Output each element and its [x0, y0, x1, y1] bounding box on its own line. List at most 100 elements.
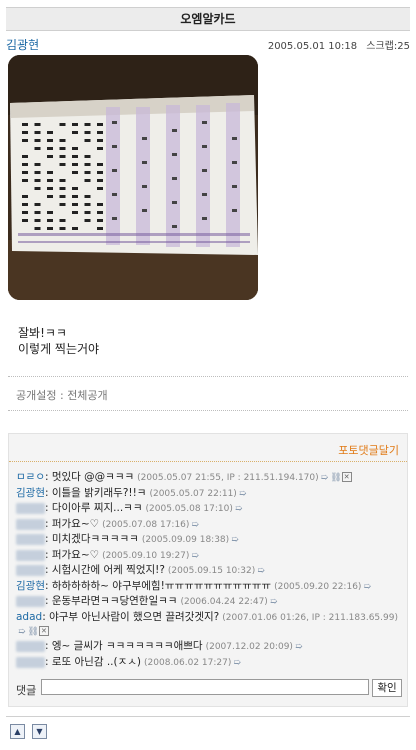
omr-mark	[72, 195, 78, 198]
delete-icon[interactable]: ✕	[38, 625, 49, 636]
comment-input[interactable]	[41, 679, 369, 695]
reply-arrow-icon[interactable]: ➯	[295, 642, 303, 652]
comment-author[interactable]: 김광현	[16, 580, 45, 592]
comment-author[interactable]: 김정현	[16, 503, 45, 514]
comment-input-label: 댓글	[16, 684, 37, 697]
comment-text: : 하하하하하~ 야구부에힘!ㅠㅠㅠㅠㅠㅠㅠㅠㅠㅠㅠ	[44, 579, 272, 592]
omr-mark	[22, 123, 28, 126]
comment-row: 김정현: 미치겠다ㅋㅋㅋㅋㅋ(2005.09.09 18:38)➯	[16, 533, 404, 547]
scrap-count: 25	[397, 41, 410, 52]
omr-mark	[72, 171, 78, 174]
omr-mark	[47, 179, 53, 182]
omr-mark	[72, 227, 78, 230]
omr-mark	[172, 225, 177, 228]
reply-arrow-icon[interactable]: ➯	[235, 504, 243, 514]
comment-author[interactable]: adad	[16, 611, 42, 623]
comment-time: (2007.01.06 01:26, IP : 211.183.65.99)	[222, 612, 398, 623]
omr-mark	[59, 163, 66, 166]
photo-comment-link[interactable]: 포토댓글달기	[338, 442, 399, 458]
omr-mark	[232, 161, 237, 164]
omr-mark	[22, 195, 28, 198]
link-icon[interactable]: ⛓	[28, 627, 39, 637]
comment-submit-button[interactable]: 확인	[372, 679, 402, 697]
omr-mark	[84, 131, 91, 134]
comment-row: 김정현: 다이아루 찌지...ㅋㅋ(2005.05.08 17:10)➯	[16, 502, 404, 516]
omr-mark	[202, 193, 207, 196]
delete-icon[interactable]: ✕	[341, 472, 352, 482]
comment-author[interactable]: 배상현	[16, 596, 45, 607]
bottom-divider	[6, 716, 410, 717]
omr-mark	[84, 219, 91, 222]
omr-mark	[34, 163, 41, 166]
reply-arrow-icon[interactable]: ➯	[191, 551, 199, 561]
omr-mark	[84, 195, 91, 198]
comment-author[interactable]: 김민규	[16, 656, 45, 668]
omr-mark	[47, 227, 53, 230]
comment-author[interactable]: 김정현	[16, 534, 45, 545]
post-photo[interactable]	[8, 55, 258, 300]
omr-mark	[97, 203, 103, 206]
post-author[interactable]: 김광현	[6, 36, 39, 53]
comment-author[interactable]: 박상현	[16, 565, 45, 576]
post-meta: 김광현 2005.05.01 10:18 스크랩:25	[6, 36, 410, 52]
comment-text: : 이틀을 밝키래두?!!ㅋ	[44, 486, 147, 499]
omr-mark	[97, 139, 103, 142]
omr-mark	[97, 123, 103, 126]
omr-mark	[22, 171, 28, 174]
reply-arrow-icon[interactable]: ➯	[363, 582, 371, 592]
omr-mark	[59, 187, 66, 190]
omr-mark	[202, 169, 207, 172]
omr-mark	[97, 219, 103, 222]
omr-mark	[47, 139, 53, 142]
comment-time: (2005.05.07 21:55, IP : 211.51.194.170)	[137, 473, 319, 483]
omr-mark	[142, 161, 147, 164]
reply-arrow-icon[interactable]: ➯	[233, 658, 241, 668]
comment-author[interactable]: 김광현	[16, 487, 45, 499]
omr-mark	[142, 185, 147, 188]
comment-text: : 운동부라면ㅋㅋ당연한일ㅋㅋ	[44, 595, 178, 607]
omr-mark	[112, 193, 117, 196]
omr-mark	[97, 187, 103, 190]
omr-mark	[34, 123, 41, 126]
comment-text: : 엥~ 글씨가 ㅋㅋㅋㅋㅋㅋㅋ애쁘다	[44, 640, 203, 652]
omr-mark	[97, 147, 103, 150]
comment-text: : 퍼가요~♡	[44, 548, 100, 561]
reply-arrow-icon[interactable]: ➯	[257, 566, 265, 576]
comment-author[interactable]: 최현수	[16, 518, 45, 530]
omr-mark	[97, 163, 103, 166]
reply-arrow-icon[interactable]: ➯	[18, 627, 26, 637]
omr-mark	[34, 203, 41, 206]
reply-arrow-icon[interactable]: ➯	[191, 520, 199, 530]
omr-mark	[202, 217, 207, 220]
comment-text: : 다이아루 찌지...ㅋㅋ	[44, 502, 143, 514]
comment-author[interactable]: ㅁㄹㅇ	[16, 471, 45, 483]
reply-arrow-icon[interactable]: ➯	[321, 473, 329, 483]
comment-text: : 로또 아닌감 ..(ㅈㅅ)	[44, 655, 142, 668]
page-title: 오엠알카드	[6, 8, 410, 31]
comment-row: 배상현: 운동부라면ㅋㅋ당연한일ㅋㅋ(2006.04.24 22:47)➯	[16, 595, 404, 609]
omr-mark	[84, 171, 91, 174]
omr-mark	[34, 131, 41, 134]
omr-mark	[232, 209, 237, 212]
omr-mark	[84, 203, 91, 206]
comment-time: (2008.06.02 17:27)	[144, 657, 232, 668]
reply-arrow-icon[interactable]: ➯	[231, 535, 239, 545]
reply-arrow-icon[interactable]: ➯	[270, 597, 278, 607]
omr-mark	[72, 187, 78, 190]
link-icon[interactable]: ⛓	[330, 473, 341, 483]
up-arrow-icon[interactable]: ▲	[10, 724, 25, 739]
omr-mark	[34, 139, 41, 142]
omr-mark	[232, 137, 237, 140]
omr-mark	[84, 163, 91, 166]
omr-mark	[22, 139, 28, 142]
comment-time: (2005.09.20 22:16)	[274, 581, 362, 592]
down-arrow-icon[interactable]: ▼	[32, 724, 47, 739]
omr-mark	[47, 219, 53, 222]
omr-mark	[172, 177, 177, 180]
reply-arrow-icon[interactable]: ➯	[239, 489, 247, 499]
omr-mark	[84, 211, 91, 214]
omr-mark	[172, 153, 177, 156]
comment-author[interactable]: 김정현	[16, 549, 45, 561]
comment-author[interactable]: 손상현	[16, 641, 45, 652]
omr-mark	[97, 131, 103, 134]
